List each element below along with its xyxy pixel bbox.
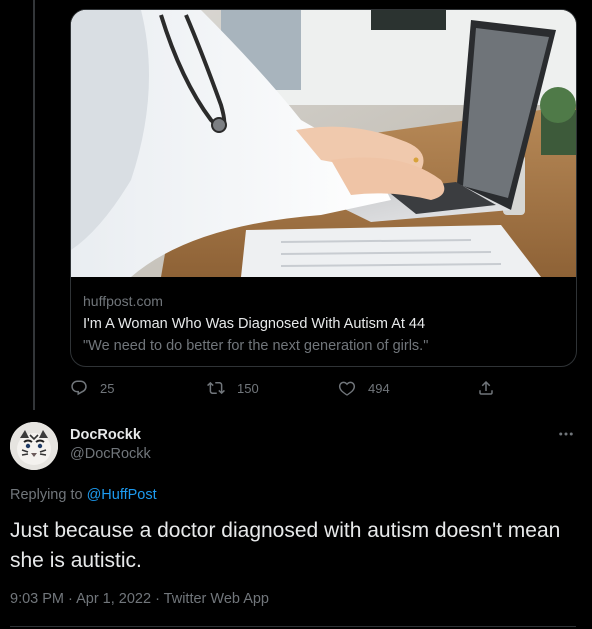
card-title[interactable]: I'm A Woman Who Was Diagnosed With Autis… [83,313,564,335]
retweet-icon [207,381,225,395]
card-domain: huffpost.com [83,293,163,309]
replying-to-mention[interactable]: @HuffPost [87,487,157,503]
tiger-avatar-icon [10,422,58,470]
more-options-button[interactable] [556,424,576,444]
card-description: "We need to do better for the next gener… [83,338,429,354]
tweet-text: Just because a doctor diagnosed with aut… [10,519,561,572]
divider [10,626,576,627]
retweet-button[interactable]: 150 [207,376,259,400]
main-tweet: DocRockk @DocRockk Replying to @HuffPost… [0,410,592,629]
like-count: 494 [368,380,390,396]
card-image[interactable] [71,10,576,277]
replying-to-line: Replying to @HuffPost [10,487,157,503]
tweet-action-bar: 25 150 494 [70,376,510,400]
card-meta: huffpost.com I'm A Woman Who Was Diagnos… [71,277,576,357]
more-icon [559,432,573,436]
heart-icon [338,381,356,396]
like-button[interactable]: 494 [338,376,390,400]
avatar[interactable] [10,422,58,470]
thread-connector-line [33,0,35,410]
tweet-timestamp[interactable]: 9:03 PM · Apr 1, 2022 · Twitter Web App [10,591,269,607]
quoted-tweet-section: huffpost.com I'm A Woman Who Was Diagnos… [0,0,592,410]
reply-count: 25 [100,380,115,396]
retweet-count: 150 [237,380,259,396]
reply-button[interactable]: 25 [70,376,114,400]
user-handle[interactable]: @DocRockk [70,446,151,462]
tweet-page: huffpost.com I'm A Woman Who Was Diagnos… [0,0,592,629]
share-button[interactable] [477,376,495,400]
reply-icon [71,380,87,396]
share-icon [479,380,493,395]
link-preview-card[interactable]: huffpost.com I'm A Woman Who Was Diagnos… [70,9,577,367]
doctor-laptop-illustration [71,10,576,277]
replying-to-prefix: Replying to [10,487,87,503]
display-name[interactable]: DocRockk [70,427,141,443]
